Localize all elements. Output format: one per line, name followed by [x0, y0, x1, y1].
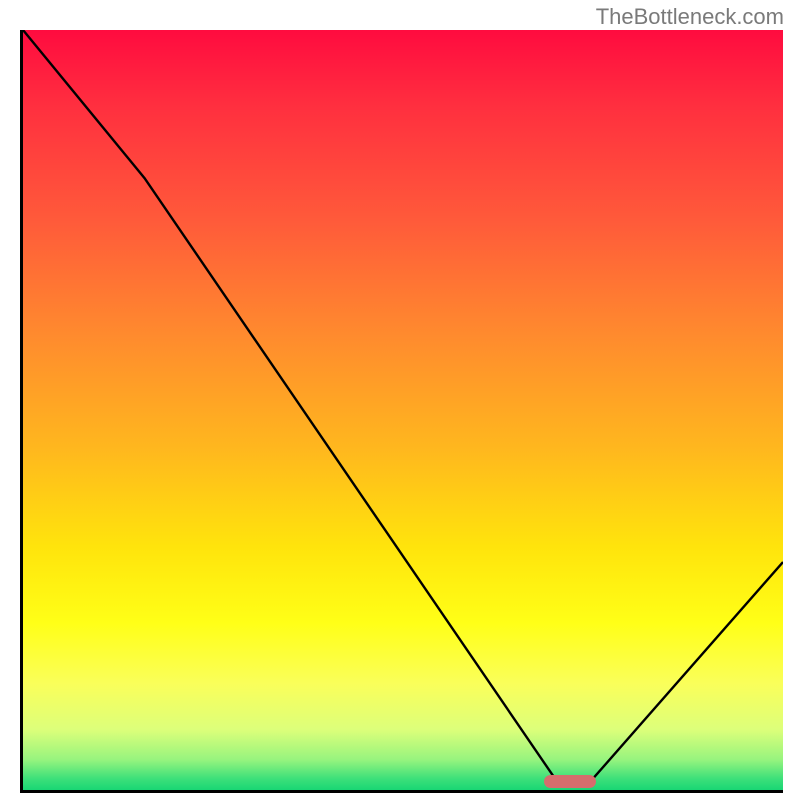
line-series [23, 30, 783, 790]
optimum-marker [544, 775, 596, 788]
plot-area [20, 30, 783, 793]
curve-path [23, 30, 783, 779]
watermark-text: TheBottleneck.com [596, 4, 784, 30]
